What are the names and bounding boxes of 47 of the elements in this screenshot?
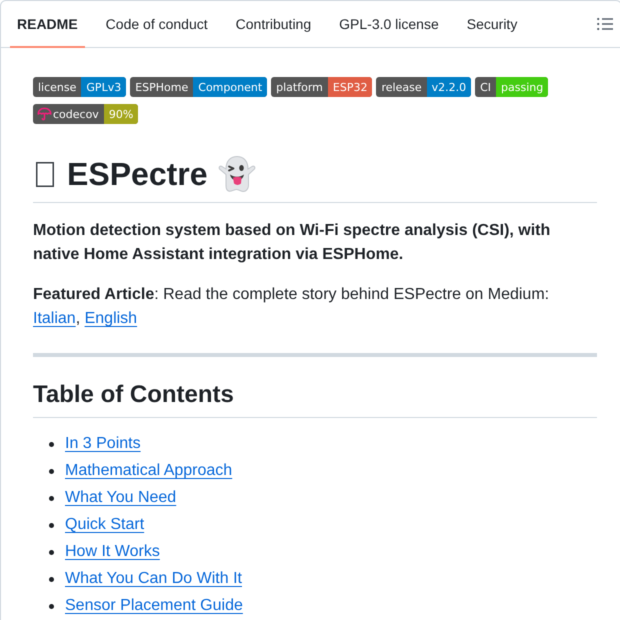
- section-heading: Table of Contents: [33, 380, 597, 418]
- tab[interactable]: Security: [460, 1, 524, 48]
- badge[interactable]: license GPLv3: [33, 77, 126, 97]
- badge-value: Component: [193, 77, 268, 97]
- tab[interactable]: Code of conduct: [98, 1, 215, 48]
- tab[interactable]: GPL-3.0 license: [332, 1, 446, 48]
- badge-label: license: [38, 80, 78, 94]
- toc-link[interactable]: What You Can Do With It: [65, 569, 242, 589]
- bullet-icon: [49, 522, 54, 528]
- list-icon: [597, 17, 613, 31]
- badge-label: codecov: [53, 108, 100, 120]
- toc-link[interactable]: In 3 Points: [65, 434, 141, 454]
- empty-box-icon: [36, 162, 54, 186]
- article-link[interactable]: English: [84, 310, 138, 327]
- page-title: ESPectre: [67, 155, 208, 194]
- article-link[interactable]: Italian: [33, 310, 76, 327]
- tab[interactable]: Contributing: [228, 1, 318, 48]
- bullet-icon: [49, 468, 54, 474]
- featured-article-text: Featured Article: Read the complete story behind ESPectre on Medium: Italian, English: [33, 285, 550, 329]
- badge-value: 90%: [104, 104, 138, 124]
- badge[interactable]: codecov 90%: [33, 104, 138, 124]
- badge-label: CI: [480, 80, 492, 94]
- badge-value: v2.2.0: [426, 77, 472, 97]
- toc-link[interactable]: Quick Start: [65, 515, 144, 535]
- bullet-icon: [49, 442, 54, 446]
- toc-link[interactable]: Sensor Placement Guide: [65, 596, 243, 616]
- badge-value: GPLv3: [81, 77, 126, 97]
- badge[interactable]: platform ESP32: [271, 77, 372, 97]
- badge-label: ESPHome: [135, 80, 190, 94]
- badge-label: release: [381, 80, 423, 94]
- badge[interactable]: release v2.2.0: [376, 77, 472, 97]
- ghost-icon: [218, 155, 256, 193]
- bullet-icon: [49, 576, 54, 582]
- bullet-icon: [49, 604, 54, 608]
- badge-label: platform: [276, 80, 324, 94]
- toc-link[interactable]: What You Need: [65, 488, 176, 508]
- umbrella-icon: [37, 107, 52, 121]
- tab[interactable]: README: [10, 1, 85, 48]
- badge[interactable]: ESPHome Component: [130, 77, 268, 97]
- toc-link[interactable]: Mathematical Approach: [65, 461, 232, 481]
- bullet-icon: [49, 550, 54, 554]
- badge-value: ESP32: [328, 77, 372, 97]
- description-text: Motion detection system based on Wi-Fi spectre analysis (CSI), with native Home Assistant integration via ESPHome.: [33, 221, 552, 265]
- bullet-icon: [49, 496, 54, 500]
- badge[interactable]: CI passing: [475, 77, 548, 97]
- toc-link[interactable]: How It Works: [65, 542, 160, 562]
- badge-value: passing: [496, 77, 548, 97]
